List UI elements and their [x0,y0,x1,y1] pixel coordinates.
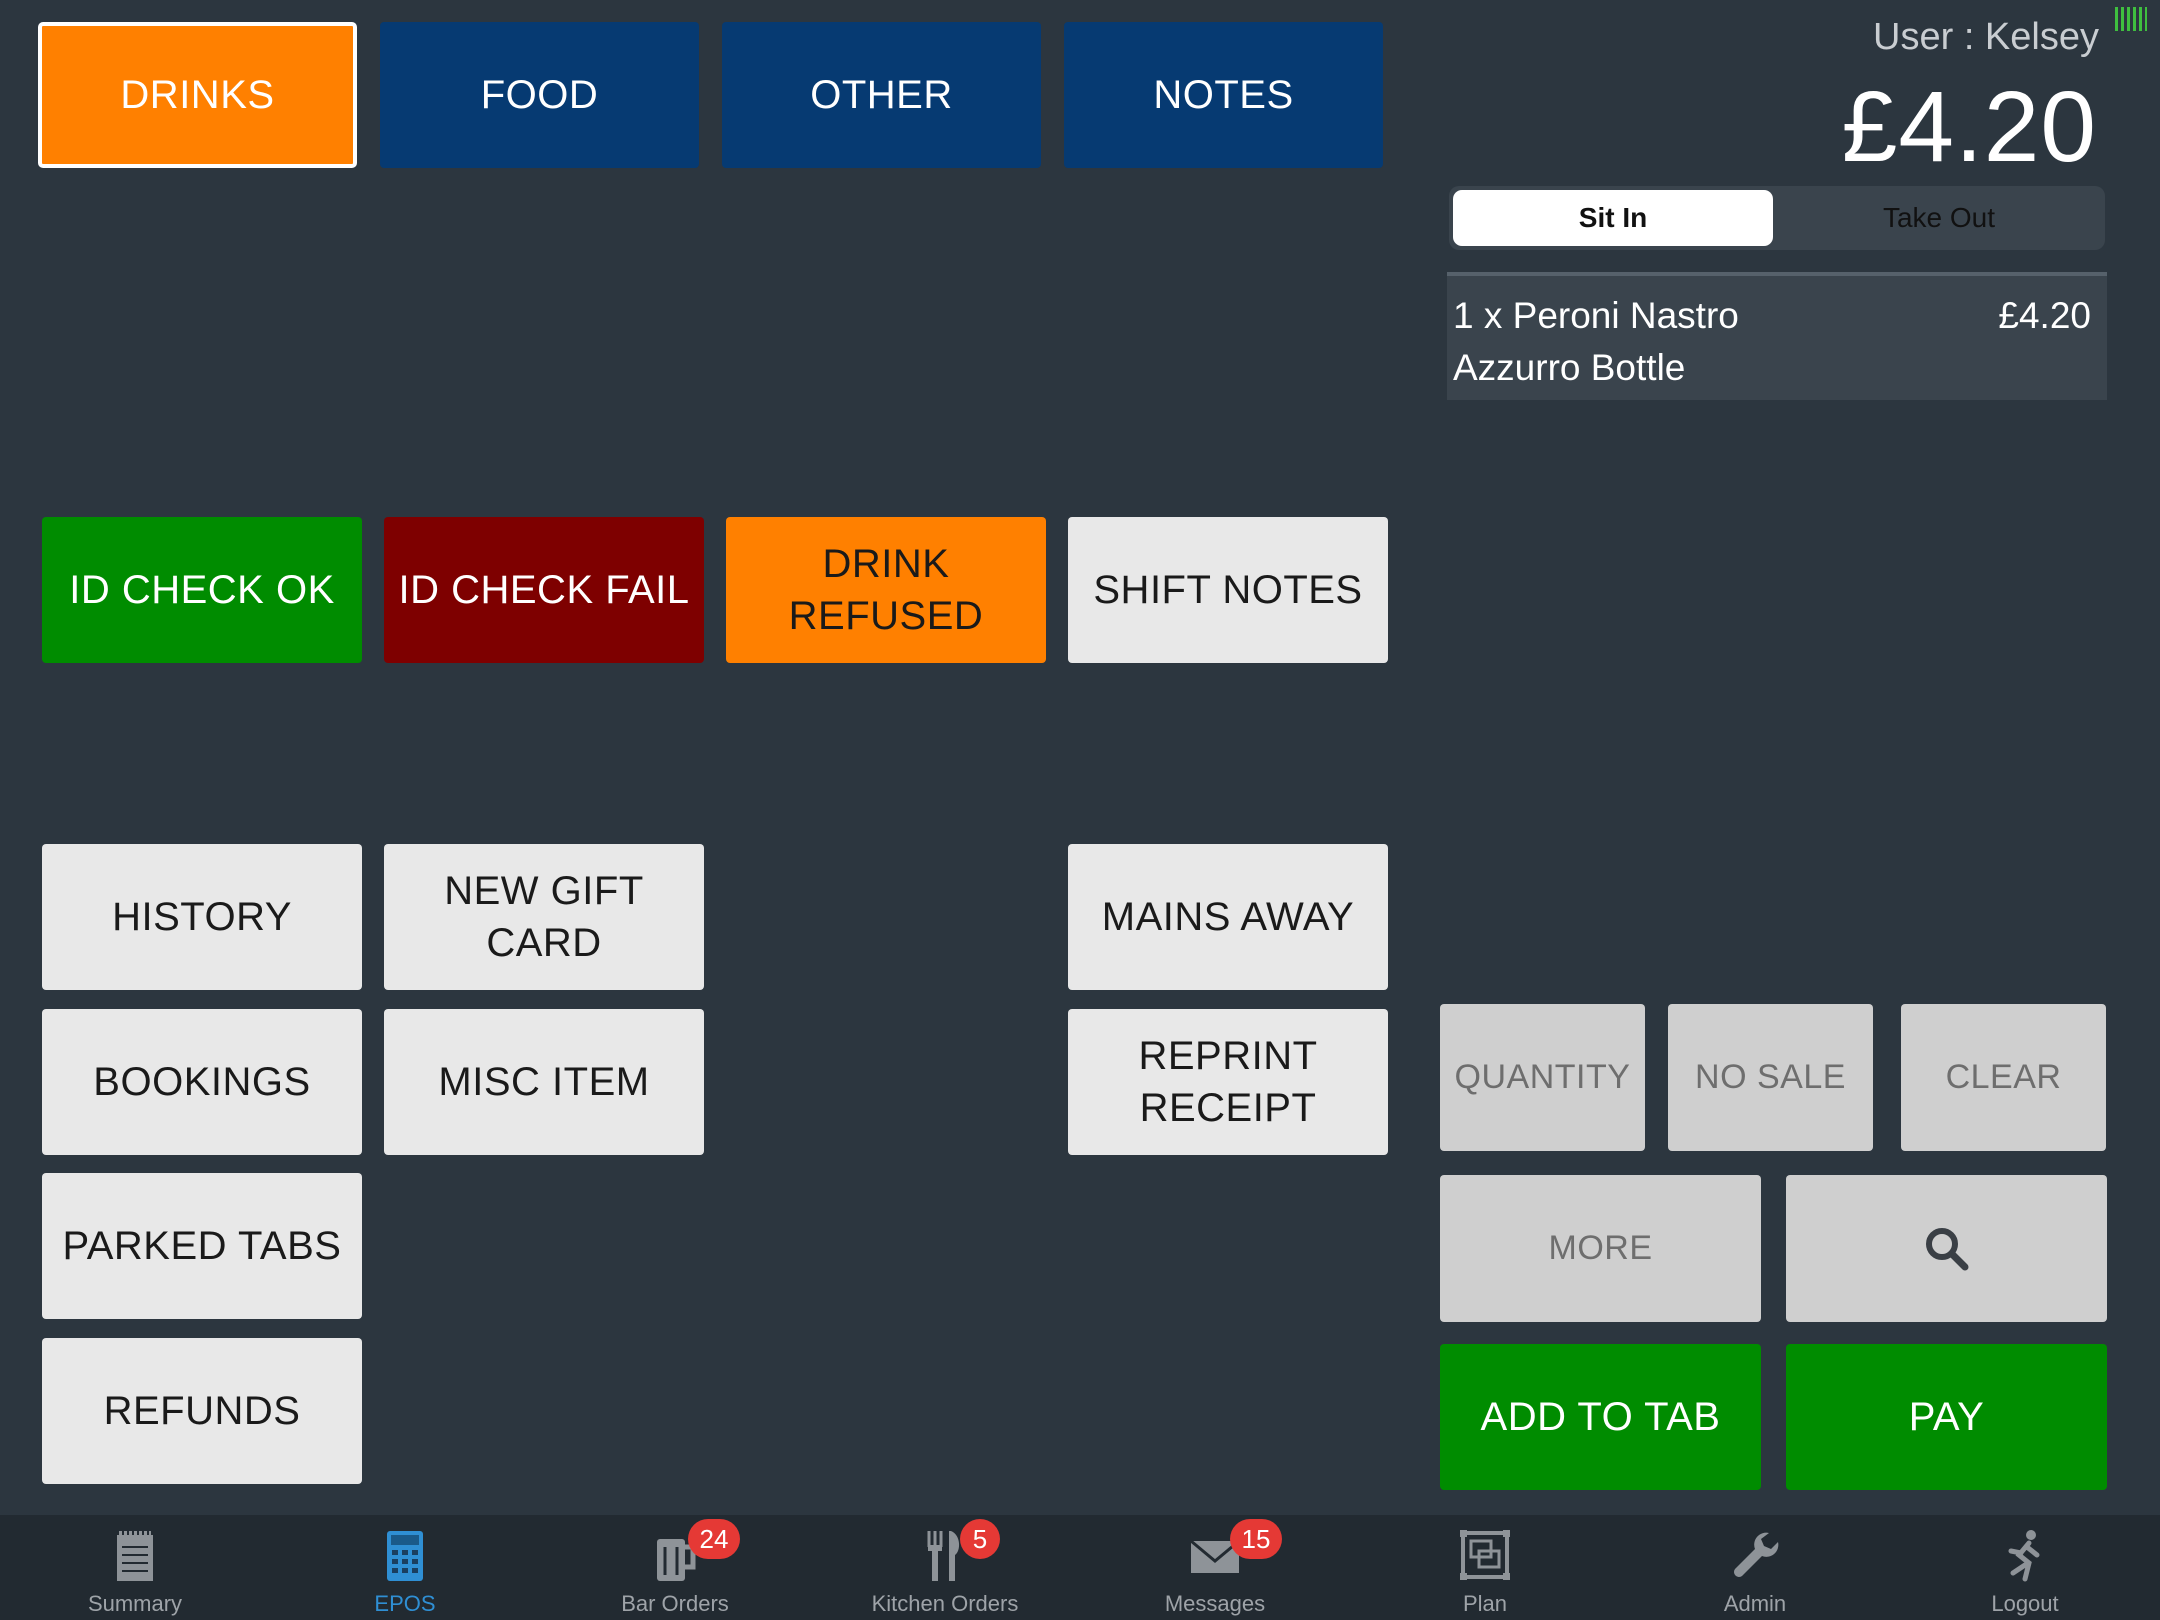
no-sale-button[interactable]: NO SALE [1668,1004,1873,1151]
shift-notes-button[interactable]: SHIFT NOTES [1068,517,1388,663]
order-item-name: 1 x Peroni Nastro Azzurro Bottle [1453,295,1739,388]
refunds-button[interactable]: REFUNDS [42,1338,362,1484]
tab-messages[interactable]: 15 Messages [1080,1515,1350,1620]
tab-logout[interactable]: Logout [1890,1515,2160,1620]
bar-orders-badge: 24 [688,1519,740,1559]
sit-in-option[interactable]: Sit In [1453,190,1773,246]
search-button[interactable] [1786,1175,2107,1322]
wrench-icon [1734,1532,1779,1577]
order-line-item[interactable]: 1 x Peroni Nastro Azzurro Bottle £4.20 [1447,272,2107,400]
order-item-price: £4.20 [1998,295,2091,336]
misc-item-button[interactable]: MISC ITEM [384,1009,704,1155]
tab-kitchen-orders-label: Kitchen Orders [871,1591,1019,1616]
battery-icon [2115,7,2147,31]
id-check-fail-button[interactable]: ID CHECK FAIL [384,517,704,663]
notepad-icon [117,1531,153,1581]
reprint-receipt-label-line2: RECEIPT [1139,1086,1317,1130]
tab-admin[interactable]: Admin [1620,1515,1890,1620]
bookings-button[interactable]: BOOKINGS [42,1009,362,1155]
parked-tabs-button[interactable]: PARKED TABS [42,1173,362,1319]
history-button[interactable]: HISTORY [42,844,362,990]
tab-logout-label: Logout [1991,1591,2059,1616]
messages-badge: 15 [1230,1519,1282,1559]
add-to-tab-button[interactable]: ADD TO TAB [1440,1344,1761,1490]
tab-epos[interactable]: EPOS [270,1515,540,1620]
search-icon [1925,1227,1968,1270]
tab-summary-label: Summary [87,1591,183,1616]
calculator-icon [387,1531,423,1581]
tab-bar-orders[interactable]: 24 Bar Orders [540,1515,810,1620]
order-total: £4.20 [1841,71,2097,183]
tab-plan[interactable]: Plan [1350,1515,1620,1620]
more-button[interactable]: MORE [1440,1175,1761,1322]
kitchen-orders-badge: 5 [960,1519,1000,1559]
order-type-toggle: Sit In Take Out [1449,186,2105,250]
quantity-button[interactable]: QUANTITY [1440,1004,1645,1151]
category-other-button[interactable]: OTHER [722,22,1041,168]
clear-button[interactable]: CLEAR [1901,1004,2106,1151]
pay-button[interactable]: PAY [1786,1344,2107,1490]
take-out-option[interactable]: Take Out [1779,190,2099,246]
category-notes-button[interactable]: NOTES [1064,22,1383,168]
tab-bar-orders-label: Bar Orders [621,1591,729,1616]
tab-plan-label: Plan [1462,1591,1508,1616]
tab-kitchen-orders[interactable]: 5 Kitchen Orders [810,1515,1080,1620]
category-drinks-button[interactable]: DRINKS [38,22,357,168]
running-man-icon [2008,1530,2040,1582]
reprint-receipt-button[interactable]: REPRINT RECEIPT [1068,1009,1388,1155]
tab-epos-label: EPOS [374,1591,436,1616]
tab-admin-label: Admin [1723,1591,1787,1616]
floor-plan-icon [1460,1530,1510,1580]
tab-messages-label: Messages [1164,1591,1266,1616]
category-food-button[interactable]: FOOD [380,22,699,168]
drink-refused-button[interactable]: DRINK REFUSED [726,517,1046,663]
tab-summary[interactable]: Summary [0,1515,270,1620]
current-user-label: User : Kelsey [1873,16,2099,58]
bottom-tab-bar: Summary EPOS 24 Bar Orders 5 Kitchen Ord… [0,1515,2160,1620]
id-check-ok-button[interactable]: ID CHECK OK [42,517,362,663]
new-gift-card-button[interactable]: NEW GIFT CARD [384,844,704,990]
mains-away-button[interactable]: MAINS AWAY [1068,844,1388,990]
reprint-receipt-label-line1: REPRINT [1138,1034,1318,1078]
